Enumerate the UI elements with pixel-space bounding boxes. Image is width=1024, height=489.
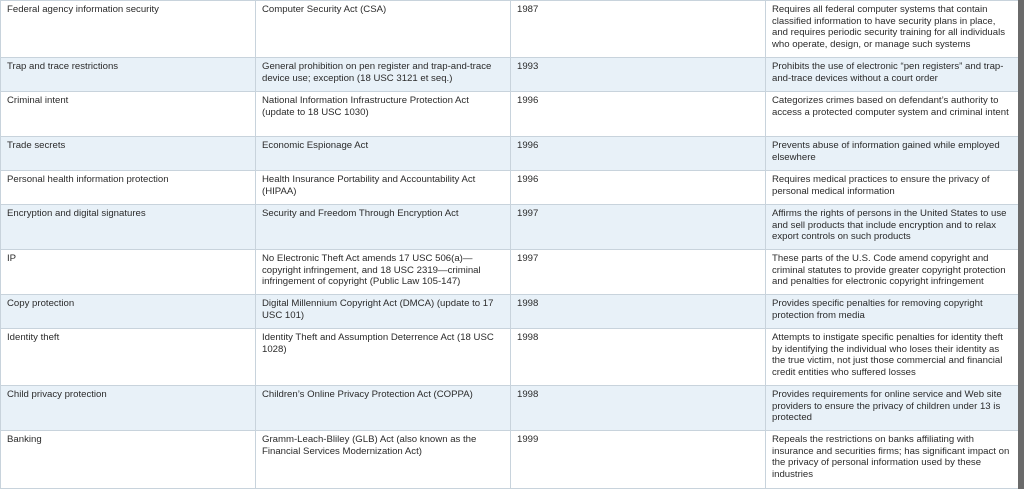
laws-table: Federal agency information security Comp… bbox=[0, 0, 1018, 489]
table-row: IP No Electronic Theft Act amends 17 USC… bbox=[0, 249, 1018, 295]
table-row: Personal health information protection H… bbox=[0, 170, 1018, 205]
law-cell: No Electronic Theft Act amends 17 USC 50… bbox=[255, 249, 511, 295]
area-cell: Banking bbox=[0, 430, 256, 489]
year-cell: 1998 bbox=[510, 328, 766, 386]
law-cell: Digital Millennium Copyright Act (DMCA) … bbox=[255, 294, 511, 329]
year-cell: 1999 bbox=[510, 430, 766, 489]
laws-table-container: Federal agency information security Comp… bbox=[0, 0, 1018, 489]
description-cell: Provides requirements for online service… bbox=[765, 385, 1018, 431]
description-cell: Requires all federal computer systems th… bbox=[765, 0, 1018, 58]
area-cell: Copy protection bbox=[0, 294, 256, 329]
table-row: Trade secrets Economic Espionage Act 199… bbox=[0, 136, 1018, 171]
area-cell: Trap and trace restrictions bbox=[0, 57, 256, 92]
table-row: Child privacy protection Children’s Onli… bbox=[0, 385, 1018, 431]
year-cell: 1993 bbox=[510, 57, 766, 92]
year-cell: 1996 bbox=[510, 170, 766, 205]
table-row: Federal agency information security Comp… bbox=[0, 0, 1018, 58]
area-cell: Criminal intent bbox=[0, 91, 256, 137]
law-cell: Gramm-Leach-Bliley (GLB) Act (also known… bbox=[255, 430, 511, 489]
description-cell: These parts of the U.S. Code amend copyr… bbox=[765, 249, 1018, 295]
table-row: Copy protection Digital Millennium Copyr… bbox=[0, 294, 1018, 329]
area-cell: Trade secrets bbox=[0, 136, 256, 171]
description-cell: Attempts to instigate specific penalties… bbox=[765, 328, 1018, 386]
description-cell: Categorizes crimes based on defendant’s … bbox=[765, 91, 1018, 137]
table-row: Criminal intent National Information Inf… bbox=[0, 91, 1018, 137]
description-cell: Provides specific penalties for removing… bbox=[765, 294, 1018, 329]
description-cell: Prohibits the use of electronic “pen reg… bbox=[765, 57, 1018, 92]
year-cell: 1997 bbox=[510, 204, 766, 250]
description-cell: Affirms the rights of persons in the Uni… bbox=[765, 204, 1018, 250]
year-cell: 1987 bbox=[510, 0, 766, 58]
law-cell: Computer Security Act (CSA) bbox=[255, 0, 511, 58]
table-row: Encryption and digital signatures Securi… bbox=[0, 204, 1018, 250]
law-cell: Security and Freedom Through Encryption … bbox=[255, 204, 511, 250]
area-cell: Personal health information protection bbox=[0, 170, 256, 205]
year-cell: 1998 bbox=[510, 385, 766, 431]
law-cell: National Information Infrastructure Prot… bbox=[255, 91, 511, 137]
area-cell: IP bbox=[0, 249, 256, 295]
law-cell: Health Insurance Portability and Account… bbox=[255, 170, 511, 205]
description-cell: Prevents abuse of information gained whi… bbox=[765, 136, 1018, 171]
law-cell: Children’s Online Privacy Protection Act… bbox=[255, 385, 511, 431]
year-cell: 1996 bbox=[510, 91, 766, 137]
year-cell: 1996 bbox=[510, 136, 766, 171]
table-row: Trap and trace restrictions General proh… bbox=[0, 57, 1018, 92]
table-row: Banking Gramm-Leach-Bliley (GLB) Act (al… bbox=[0, 430, 1018, 489]
area-cell: Child privacy protection bbox=[0, 385, 256, 431]
area-cell: Federal agency information security bbox=[0, 0, 256, 58]
vertical-scrollbar[interactable] bbox=[1018, 0, 1024, 489]
table-row: Identity theft Identity Theft and Assump… bbox=[0, 328, 1018, 386]
law-cell: Economic Espionage Act bbox=[255, 136, 511, 171]
law-cell: Identity Theft and Assumption Deterrence… bbox=[255, 328, 511, 386]
description-cell: Repeals the restrictions on banks affili… bbox=[765, 430, 1018, 489]
year-cell: 1998 bbox=[510, 294, 766, 329]
law-cell: General prohibition on pen register and … bbox=[255, 57, 511, 92]
description-cell: Requires medical practices to ensure the… bbox=[765, 170, 1018, 205]
year-cell: 1997 bbox=[510, 249, 766, 295]
area-cell: Identity theft bbox=[0, 328, 256, 386]
area-cell: Encryption and digital signatures bbox=[0, 204, 256, 250]
